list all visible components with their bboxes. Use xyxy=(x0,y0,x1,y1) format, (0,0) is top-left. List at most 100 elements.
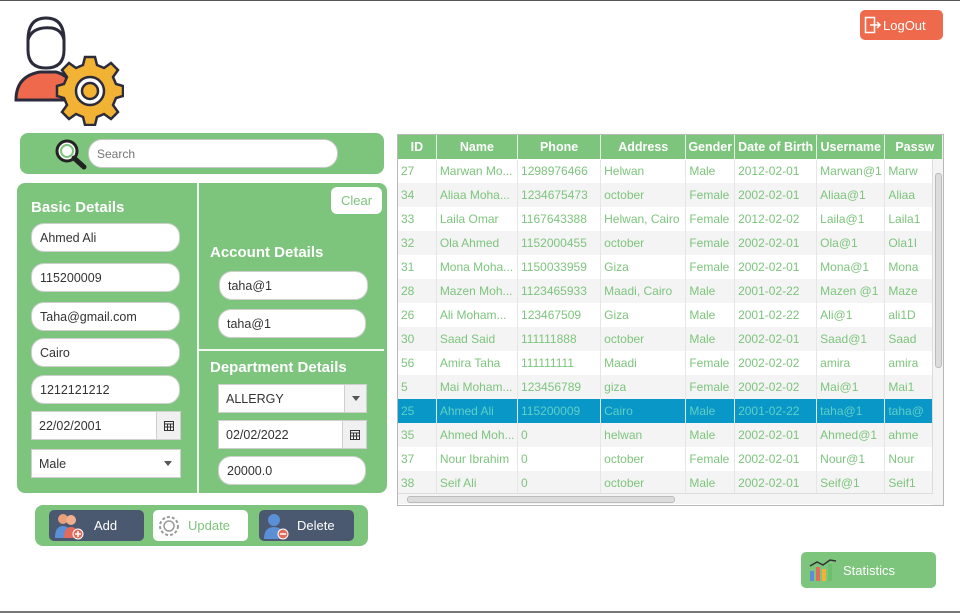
calendar-icon[interactable] xyxy=(342,421,366,448)
column-header[interactable]: Phone xyxy=(517,135,602,160)
clear-button[interactable]: Clear xyxy=(331,187,382,214)
name-field[interactable]: Ahmed Ali xyxy=(31,223,180,252)
table-cell: Female xyxy=(685,447,736,471)
table-row[interactable]: 33 Laila Omar 1167643388 Helwan, Cairo Femal… xyxy=(398,207,943,231)
employees-table[interactable]: ID Name Phone Address Gender Date of Bir… xyxy=(397,134,944,506)
table-row[interactable]: 28 Mazen Moh... 1123465933 Maadi, Cairo Male… xyxy=(398,279,943,303)
logout-label: LogOut xyxy=(883,17,926,33)
department-select[interactable]: ALLERGY xyxy=(218,384,367,413)
table-cell: Male xyxy=(685,327,736,351)
scrollbar-thumb[interactable] xyxy=(935,173,942,368)
table-cell: Helwan xyxy=(600,159,687,183)
table-cell: Marwan Mo... xyxy=(436,159,519,183)
table-cell: 56 xyxy=(398,351,437,375)
email-field[interactable]: Taha@gmail.com xyxy=(31,302,180,331)
add-button[interactable]: Add xyxy=(49,510,144,541)
table-cell: Nour@1 xyxy=(816,447,886,471)
salary-field[interactable]: 20000.0 xyxy=(218,456,366,485)
username-field[interactable]: taha@1 xyxy=(219,271,368,300)
table-cell: 2002-02-01 xyxy=(734,183,818,207)
table-row[interactable]: 34 Aliaa Moha... 1234675473 october Female 20… xyxy=(398,183,943,207)
table-cell: Ola Ahmed xyxy=(436,231,519,255)
table-cell: Male xyxy=(685,423,736,447)
table-row[interactable]: 30 Saad Said 111111888 october Male 2002-02-0… xyxy=(398,327,943,351)
gender-select[interactable]: Male xyxy=(31,449,181,478)
table-cell: october xyxy=(600,327,687,351)
logout-icon xyxy=(864,16,882,34)
table-row[interactable]: 25 Ahmed Ali 115200009 Cairo Male 2001-02-22 t… xyxy=(398,399,943,423)
table-cell: Aliaa Moha... xyxy=(436,183,519,207)
table-cell: 2002-02-02 xyxy=(734,375,818,399)
column-header[interactable]: Name xyxy=(436,135,519,160)
password-field[interactable]: taha@1 xyxy=(218,309,366,338)
panel-divider-horizontal xyxy=(199,349,384,351)
table-cell: 1152000455 xyxy=(517,231,602,255)
table-cell: Female xyxy=(685,351,736,375)
table-cell: Female xyxy=(685,231,736,255)
employees-table-grid: ID Name Phone Address Gender Date of Bir… xyxy=(398,135,943,495)
logout-button[interactable]: LogOut xyxy=(860,10,943,40)
table-cell: Nour Ibrahim xyxy=(436,447,519,471)
update-button[interactable]: Update xyxy=(153,510,248,541)
hire-date-picker[interactable]: 02/02/2022 xyxy=(218,420,367,449)
table-vertical-scrollbar[interactable] xyxy=(932,159,943,494)
national-id-field[interactable]: 1212121212 xyxy=(31,375,180,404)
add-user-icon xyxy=(55,513,84,539)
table-cell: Male xyxy=(685,279,736,303)
column-header[interactable]: Gender xyxy=(685,135,736,160)
table-cell: Female xyxy=(685,207,736,231)
phone-field[interactable]: 115200009 xyxy=(31,263,180,292)
table-cell: Mona@1 xyxy=(816,255,886,279)
table-cell: 2002-02-02 xyxy=(734,351,818,375)
table-row[interactable]: 27 Marwan Mo... 1298976466 Helwan Male 2012-0… xyxy=(398,159,943,183)
table-cell: Male xyxy=(685,303,736,327)
table-row[interactable]: 26 Ali Moham... 123467509 Giza Male 2001-02-2… xyxy=(398,303,943,327)
table-cell: Marwan@1 xyxy=(816,159,886,183)
table-cell: Laila Omar xyxy=(436,207,519,231)
column-header[interactable]: ID xyxy=(398,135,437,160)
table-row[interactable]: 38 Seif Ali 0 october Male 2002-02-01 Seif@1 Se… xyxy=(398,471,943,495)
search-input[interactable] xyxy=(88,139,338,168)
statistics-button[interactable]: Statistics xyxy=(801,552,936,588)
column-header[interactable]: Username xyxy=(816,135,886,160)
table-cell: october xyxy=(600,183,687,207)
table-cell: taha@1 xyxy=(816,399,886,423)
table-cell: 111111888 xyxy=(517,327,602,351)
table-horizontal-scrollbar[interactable] xyxy=(398,493,932,504)
table-cell: 26 xyxy=(398,303,437,327)
table-row[interactable]: 35 Ahmed Moh... 0 helwan Male 2002-02-01 Ahmed… xyxy=(398,423,943,447)
table-cell: 1167643388 xyxy=(517,207,602,231)
table-cell: Amira Taha xyxy=(436,351,519,375)
column-header[interactable]: Address xyxy=(600,135,687,160)
search-icon[interactable] xyxy=(54,138,88,170)
table-row[interactable]: 32 Ola Ahmed 1152000455 october Female 2002-0… xyxy=(398,231,943,255)
table-cell: 2012-02-02 xyxy=(734,207,818,231)
table-cell: october xyxy=(600,471,687,495)
table-row[interactable]: 56 Amira Taha 111111111 Maadi Female 2002-02-… xyxy=(398,351,943,375)
table-row[interactable]: 31 Mona Moha... 1150033959 Giza Female 2002-0… xyxy=(398,255,943,279)
table-row[interactable]: 5 Mai Moham... 123456789 giza Female 2002-02-… xyxy=(398,375,943,399)
table-cell: Male xyxy=(685,159,736,183)
table-cell: 1123465933 xyxy=(517,279,602,303)
address-field[interactable]: Cairo xyxy=(31,338,180,367)
table-cell: october xyxy=(600,231,687,255)
birth-date-picker[interactable]: 22/02/2001 xyxy=(31,411,181,440)
gear-icon xyxy=(159,515,179,536)
delete-user-icon xyxy=(264,513,289,539)
scrollbar-thumb[interactable] xyxy=(407,496,675,503)
table-cell: 35 xyxy=(398,423,437,447)
table-cell: 2002-02-01 xyxy=(734,471,818,495)
column-header[interactable]: Passw xyxy=(884,135,943,160)
chevron-down-icon[interactable] xyxy=(344,385,366,412)
table-cell: 31 xyxy=(398,255,437,279)
table-header-row: ID Name Phone Address Gender Date of Bir… xyxy=(398,135,943,160)
panel-divider-vertical xyxy=(197,183,199,493)
delete-button[interactable]: Delete xyxy=(259,510,354,541)
delete-label: Delete xyxy=(297,518,335,533)
table-row[interactable]: 37 Nour Ibrahim 0 october Female 2002-02-01 No… xyxy=(398,447,943,471)
column-header[interactable]: Date of Birth xyxy=(734,135,818,160)
table-cell: Seif Ali xyxy=(436,471,519,495)
calendar-icon[interactable] xyxy=(156,412,180,439)
table-cell: Mai@1 xyxy=(816,375,886,399)
table-cell: Maadi, Cairo xyxy=(600,279,687,303)
